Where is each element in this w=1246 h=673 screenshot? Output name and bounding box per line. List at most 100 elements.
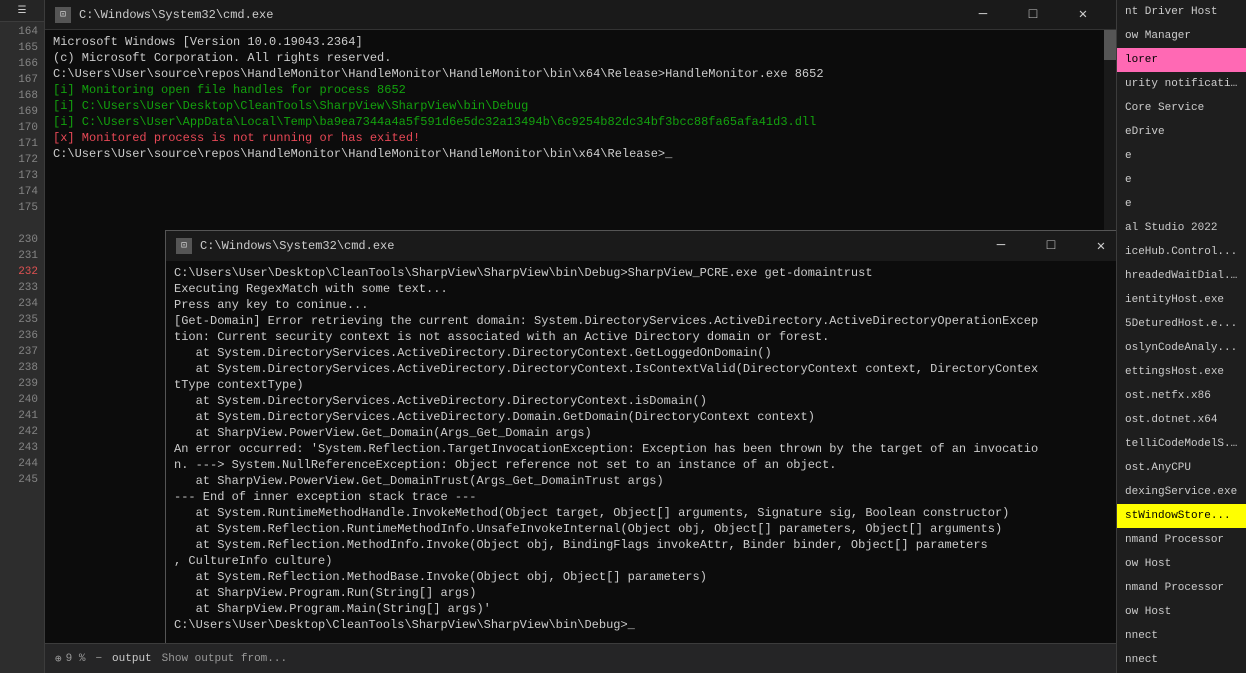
cmd-line: An error occurred: 'System.Reflection.Ta… bbox=[174, 441, 1116, 457]
sidebar-item[interactable]: nmand Processor bbox=[1117, 528, 1246, 552]
line-number: 164 bbox=[0, 24, 44, 40]
inner-cmd-window: ⊡ C:\Windows\System32\cmd.exe ─ □ ✕ C:\U… bbox=[165, 230, 1116, 643]
show-output-label[interactable]: Show output from... bbox=[162, 653, 287, 665]
bottom-status-bar: ⊕ 9 % − output Show output from... bbox=[45, 643, 1116, 673]
sidebar-item[interactable]: nmand Processor bbox=[1117, 576, 1246, 600]
line-number: 243 bbox=[0, 440, 44, 456]
right-sidebar: nt Driver Hostow Managerlorerurity notif… bbox=[1116, 0, 1246, 673]
cmd-line: at SharpView.Program.Main(String[] args)… bbox=[174, 601, 1116, 617]
line-number: 168 bbox=[0, 88, 44, 104]
outer-scrollbar-thumb[interactable] bbox=[1104, 30, 1116, 60]
close-button[interactable]: ✕ bbox=[1060, 0, 1106, 30]
zoom-minus-icon[interactable]: − bbox=[95, 653, 102, 665]
line-numbers-list: 1641651661671681691701711721731741752302… bbox=[0, 22, 44, 673]
sidebar-item[interactable]: Core Service bbox=[1117, 96, 1246, 120]
line-number bbox=[0, 216, 44, 232]
sidebar-item[interactable]: oslynCodeAnaly... bbox=[1117, 336, 1246, 360]
sidebar-item[interactable]: ow Manager bbox=[1117, 24, 1246, 48]
sidebar-item[interactable]: ost.netfx.x86 bbox=[1117, 384, 1246, 408]
line-number: 237 bbox=[0, 344, 44, 360]
outer-cmd-title: C:\Windows\System32\cmd.exe bbox=[79, 8, 960, 22]
cmd-line: at System.DirectoryServices.ActiveDirect… bbox=[174, 361, 1116, 377]
cmd-line: at SharpView.PowerView.Get_Domain(Args_G… bbox=[174, 425, 1116, 441]
line-number: 244 bbox=[0, 456, 44, 472]
sidebar-item[interactable]: nnect bbox=[1117, 648, 1246, 672]
cmd-line: at System.Reflection.MethodInfo.Invoke(O… bbox=[174, 537, 1116, 553]
sidebar-item[interactable]: stWindowStore... bbox=[1117, 504, 1246, 528]
inner-cmd-titlebar: ⊡ C:\Windows\System32\cmd.exe ─ □ ✕ bbox=[166, 231, 1116, 261]
panel-header: ☰ bbox=[0, 0, 44, 22]
zoom-icon: ⊕ bbox=[55, 652, 62, 666]
sidebar-item[interactable]: telliCodeModelS... bbox=[1117, 432, 1246, 456]
line-number: 238 bbox=[0, 360, 44, 376]
sidebar-item[interactable]: e bbox=[1117, 168, 1246, 192]
line-number: 236 bbox=[0, 328, 44, 344]
outer-scrollbar[interactable] bbox=[1104, 30, 1116, 230]
line-number: 174 bbox=[0, 184, 44, 200]
sidebar-item[interactable]: ettingsHost.exe bbox=[1117, 360, 1246, 384]
line-number: 231 bbox=[0, 248, 44, 264]
sidebar-item[interactable]: ientityHost.exe bbox=[1117, 288, 1246, 312]
sidebar-item[interactable]: nnect bbox=[1117, 624, 1246, 648]
sidebar-item[interactable]: urity notification... bbox=[1117, 72, 1246, 96]
cmd-line: at SharpView.Program.Run(String[] args) bbox=[174, 585, 1116, 601]
line-number: 240 bbox=[0, 392, 44, 408]
sidebar-item[interactable]: ost.AnyCPU bbox=[1117, 456, 1246, 480]
cmd-line: [x] Monitored process is not running or … bbox=[53, 130, 1108, 146]
line-number: 169 bbox=[0, 104, 44, 120]
outer-window-controls[interactable]: ─ □ ✕ bbox=[960, 0, 1106, 30]
sidebar-item[interactable]: ow Host bbox=[1117, 600, 1246, 624]
line-number: 172 bbox=[0, 152, 44, 168]
sidebar-item[interactable]: dexingService.exe bbox=[1117, 480, 1246, 504]
inner-cmd-icon: ⊡ bbox=[176, 238, 192, 254]
maximize-button[interactable]: □ bbox=[1010, 0, 1056, 30]
inner-cmd-content: C:\Users\User\Desktop\CleanTools\SharpVi… bbox=[166, 261, 1116, 643]
inner-minimize-button[interactable]: ─ bbox=[978, 231, 1024, 261]
cmd-line: Microsoft Windows [Version 10.0.19043.23… bbox=[53, 34, 1108, 50]
inner-maximize-button[interactable]: □ bbox=[1028, 231, 1074, 261]
sidebar-item[interactable]: iceHub.Control... bbox=[1117, 240, 1246, 264]
outer-cmd-window: ⊡ C:\Windows\System32\cmd.exe ─ □ ✕ Micr… bbox=[45, 0, 1116, 643]
line-number: 235 bbox=[0, 312, 44, 328]
line-number: 165 bbox=[0, 40, 44, 56]
sidebar-scroll-area[interactable]: nt Driver Hostow Managerlorerurity notif… bbox=[1117, 0, 1246, 673]
cmd-line: (c) Microsoft Corporation. All rights re… bbox=[53, 50, 1108, 66]
line-number: 245 bbox=[0, 472, 44, 488]
sidebar-item[interactable]: al Studio 2022 bbox=[1117, 216, 1246, 240]
line-number: 173 bbox=[0, 168, 44, 184]
cmd-line: C:\Users\User\source\repos\HandleMonitor… bbox=[53, 146, 1108, 162]
line-number: 175 bbox=[0, 200, 44, 216]
sidebar-item[interactable]: hreadedWaitDial... bbox=[1117, 264, 1246, 288]
line-number: 167 bbox=[0, 72, 44, 88]
main-content-area: ⊡ C:\Windows\System32\cmd.exe ─ □ ✕ Micr… bbox=[45, 0, 1116, 673]
cmd-line: tion: Current security context is not as… bbox=[174, 329, 1116, 345]
line-number: 232 bbox=[0, 264, 44, 280]
cmd-line: n. ---> System.NullReferenceException: O… bbox=[174, 457, 1116, 473]
sidebar-item[interactable]: e bbox=[1117, 192, 1246, 216]
sidebar-item[interactable]: ost.dotnet.x64 bbox=[1117, 408, 1246, 432]
line-number: 171 bbox=[0, 136, 44, 152]
sidebar-item[interactable]: nt Driver Host bbox=[1117, 0, 1246, 24]
sidebar-item[interactable]: ow Host bbox=[1117, 552, 1246, 576]
output-tab[interactable]: output bbox=[112, 653, 152, 665]
cmd-line: C:\Users\User\source\repos\HandleMonitor… bbox=[53, 66, 1108, 82]
line-number: 233 bbox=[0, 280, 44, 296]
minimize-button[interactable]: ─ bbox=[960, 0, 1006, 30]
line-number: 170 bbox=[0, 120, 44, 136]
sidebar-item[interactable]: 5DeturedHost.e... bbox=[1117, 312, 1246, 336]
line-number: 234 bbox=[0, 296, 44, 312]
cmd-line: Executing RegexMatch with some text... bbox=[174, 281, 1116, 297]
cmd-icon: ⊡ bbox=[55, 7, 71, 23]
inner-close-button[interactable]: ✕ bbox=[1078, 231, 1116, 261]
cmd-line: at System.RuntimeMethodHandle.InvokeMeth… bbox=[174, 505, 1116, 521]
cmd-line: [i] C:\Users\User\Desktop\CleanTools\Sha… bbox=[53, 98, 1108, 114]
line-number: 241 bbox=[0, 408, 44, 424]
sidebar-item[interactable]: e bbox=[1117, 144, 1246, 168]
cmd-line: at System.DirectoryServices.ActiveDirect… bbox=[174, 345, 1116, 361]
inner-cmd-title: C:\Windows\System32\cmd.exe bbox=[200, 239, 978, 253]
sidebar-item[interactable]: lorer bbox=[1117, 48, 1246, 72]
cmd-line: at SharpView.PowerView.Get_DomainTrust(A… bbox=[174, 473, 1116, 489]
inner-window-controls[interactable]: ─ □ ✕ bbox=[978, 231, 1116, 261]
sidebar-item[interactable]: eDrive bbox=[1117, 120, 1246, 144]
cmd-line: Press any key to coninue... bbox=[174, 297, 1116, 313]
